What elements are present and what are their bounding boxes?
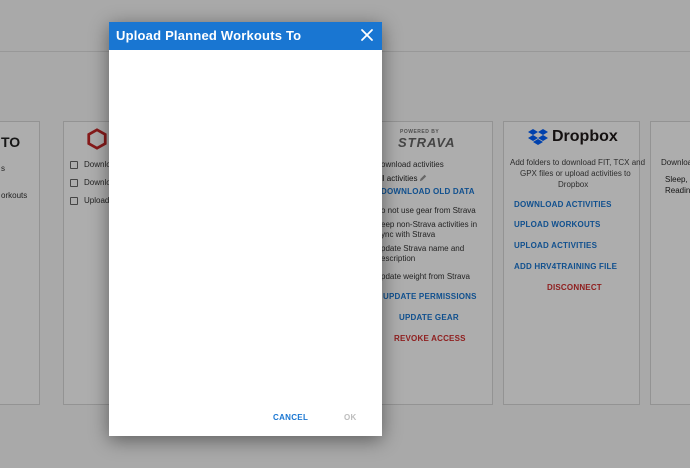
dialog-header: Upload Planned Workouts To: [109, 22, 382, 50]
dialog-content: [109, 50, 382, 400]
ok-button[interactable]: OK: [344, 413, 357, 422]
close-icon[interactable]: [359, 27, 375, 43]
dialog-title: Upload Planned Workouts To: [116, 28, 302, 43]
upload-planned-workouts-dialog: Upload Planned Workouts To CANCEL OK: [109, 22, 382, 436]
cancel-button[interactable]: CANCEL: [273, 413, 308, 422]
